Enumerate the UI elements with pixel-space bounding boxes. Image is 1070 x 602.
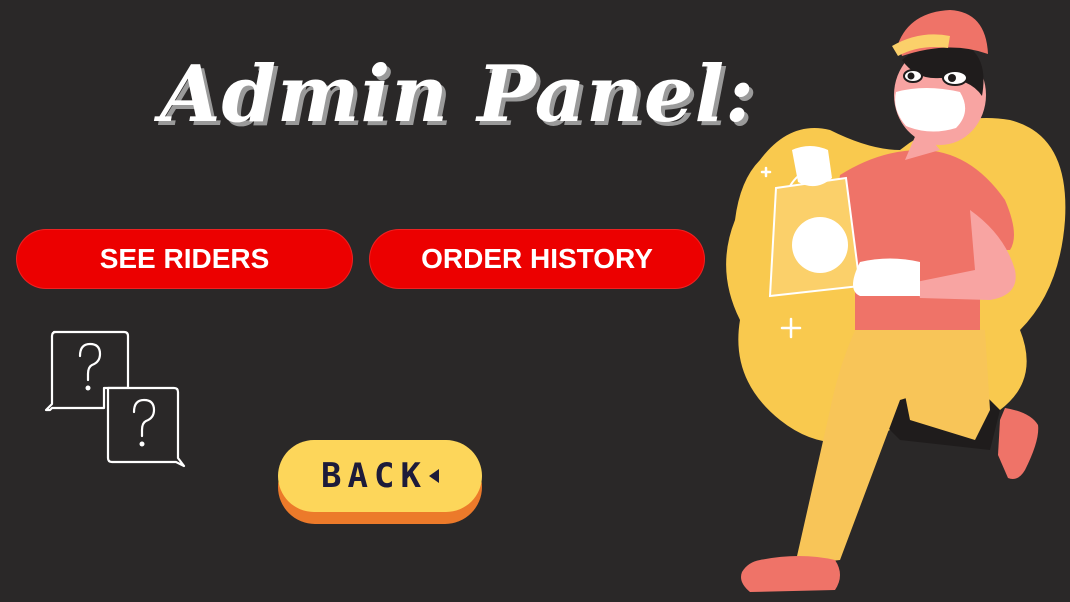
page-title: Admin Panel: (160, 49, 755, 140)
back-label: BACK (321, 456, 427, 496)
delivery-courier-illustration (726, 10, 1066, 592)
order-history-button[interactable]: ORDER HISTORY (369, 229, 705, 289)
bag-logo (792, 217, 848, 273)
admin-panel-screen: Admin Panel: SEE RIDERS ORDER HISTORY BA… (0, 0, 1070, 602)
see-riders-button[interactable]: SEE RIDERS (16, 229, 353, 289)
order-history-label: ORDER HISTORY (421, 243, 653, 274)
triangle-left-icon (428, 469, 439, 483)
question-chat-icon (44, 330, 186, 468)
back-button[interactable]: BACK (278, 440, 482, 512)
see-riders-label: SEE RIDERS (99, 243, 270, 274)
